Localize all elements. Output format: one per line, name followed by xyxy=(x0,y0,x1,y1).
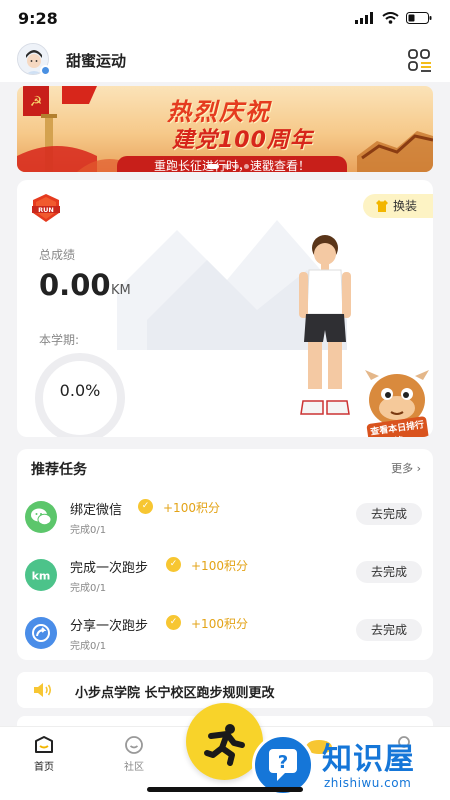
tasks-title: 推荐任务 xyxy=(31,462,87,478)
great-wall-icon xyxy=(357,131,433,172)
grid-menu-icon[interactable] xyxy=(407,48,433,72)
task-points: +100积分 xyxy=(191,559,248,573)
task-progress: 完成0/1 xyxy=(70,583,107,594)
banner-pagination xyxy=(207,164,249,169)
tab-community-label: 社区 xyxy=(124,762,144,773)
promo-banner[interactable]: ☭ 热烈庆祝 建党100周年 重跑长征进行时，速戳查看！ xyxy=(17,86,433,172)
term-progress-value: 0.0% xyxy=(59,381,101,400)
tab-community[interactable]: 社区 xyxy=(109,735,159,773)
task-row: 分享一次跑步 ✓ +100积分 完成0/1 去完成 xyxy=(17,611,433,661)
tasks-more-link[interactable]: 更多 › xyxy=(391,460,421,476)
smile-icon xyxy=(125,736,143,754)
task-points: +100积分 xyxy=(191,617,248,631)
verified-badge-icon xyxy=(40,65,51,76)
task-progress: 完成0/1 xyxy=(70,525,107,536)
more-label: 更多 xyxy=(391,462,414,475)
status-icons xyxy=(355,12,432,24)
stats-card: RUN 换装 总成绩 0.00 KM 本学期: 0.0% 查看本日排行榜 xyxy=(17,180,433,437)
tab-home[interactable]: 首页 xyxy=(19,735,69,773)
watermark-url: zhishiwu.com xyxy=(324,776,412,790)
outfit-button[interactable]: 换装 xyxy=(363,194,433,218)
task-name: 完成一次跑步 xyxy=(70,561,149,576)
points-coin-icon: ✓ xyxy=(138,499,153,514)
runner-avatar-figure xyxy=(299,235,351,415)
wechat-icon xyxy=(25,501,57,533)
app-header: 甜蜜运动 xyxy=(0,40,450,82)
svg-text:?: ? xyxy=(278,752,288,773)
points-coin-icon: ✓ xyxy=(166,615,181,630)
total-distance-value: 0.00 xyxy=(39,268,111,302)
wifi-icon xyxy=(382,12,399,24)
points-coin-icon: ✓ xyxy=(166,557,181,572)
outfit-label: 换装 xyxy=(393,199,418,213)
km-icon: km xyxy=(25,559,57,591)
home-indicator xyxy=(147,787,303,792)
task-name: 分享一次跑步 xyxy=(70,619,149,634)
share-icon xyxy=(25,617,57,649)
task-complete-button[interactable]: 去完成 xyxy=(356,561,422,583)
task-complete-button[interactable]: 去完成 xyxy=(356,619,422,641)
total-distance-label: 总成绩 xyxy=(39,248,76,262)
banner-subline: 建党100周年 xyxy=(172,128,313,153)
svg-text:km: km xyxy=(32,570,51,583)
banner-dot xyxy=(224,164,229,169)
task-points: +100积分 xyxy=(163,501,220,515)
task-name: 绑定微信 xyxy=(70,503,123,518)
svg-text:RUN: RUN xyxy=(38,206,54,214)
task-row: 绑定微信 ✓ +100积分 完成0/1 去完成 xyxy=(17,495,433,545)
notice-text: 小步点学院 长宁校区跑步规则更改 xyxy=(75,686,275,701)
speaker-icon xyxy=(34,683,52,697)
tab-home-label: 首页 xyxy=(34,762,54,773)
shirt-icon xyxy=(376,200,388,212)
task-complete-button[interactable]: 去完成 xyxy=(356,503,422,525)
signal-icon xyxy=(355,12,373,24)
status-bar: 9:28 xyxy=(0,0,450,40)
total-distance-unit: KM xyxy=(111,283,131,298)
run-badge-icon: RUN xyxy=(32,194,60,222)
watermark-title: 知识屋 xyxy=(322,742,415,777)
home-icon xyxy=(35,736,53,753)
svg-text:☭: ☭ xyxy=(30,94,43,110)
status-time: 9:28 xyxy=(18,9,58,28)
banner-dot xyxy=(234,164,239,169)
app-title: 甜蜜运动 xyxy=(66,52,127,70)
term-label: 本学期: xyxy=(39,333,80,347)
task-progress: 完成0/1 xyxy=(70,641,107,652)
banner-dot xyxy=(207,164,219,169)
battery-icon xyxy=(406,12,432,24)
task-row: km 完成一次跑步 ✓ +100积分 完成0/1 去完成 xyxy=(17,553,433,603)
banner-dot xyxy=(244,164,249,169)
recommended-tasks-card: 推荐任务 更多 › 绑定微信 ✓ +100积分 完成0/1 去完成 km 完成一… xyxy=(17,449,433,660)
